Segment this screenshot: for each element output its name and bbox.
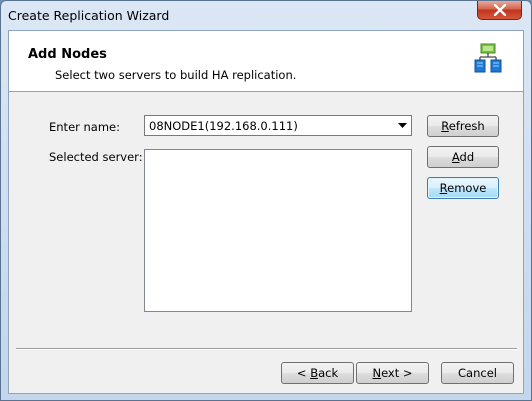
remove-button[interactable]: Remove xyxy=(427,177,499,199)
refresh-label-key: R xyxy=(441,119,449,133)
add-label-post: dd xyxy=(459,150,475,164)
selected-server-list[interactable] xyxy=(144,149,412,312)
back-label-key: B xyxy=(310,366,319,380)
page-title: Add Nodes xyxy=(28,47,107,62)
wizard-header: Add Nodes Select two servers to build HA… xyxy=(9,31,523,92)
next-label-key: N xyxy=(372,366,382,380)
next-label-post: ext > xyxy=(381,366,413,380)
enter-name-value: 08NODE1(192.168.0.111) xyxy=(149,119,298,133)
wizard-window: Create Replication Wizard Add Nodes Sele… xyxy=(0,0,532,401)
back-label-pre: < xyxy=(296,366,311,380)
window-title: Create Replication Wizard xyxy=(8,8,170,23)
next-button[interactable]: Next > xyxy=(356,362,429,384)
back-label-post: ack xyxy=(318,366,339,380)
enter-name-dropdown[interactable]: 08NODE1(192.168.0.111) xyxy=(144,115,412,136)
add-label-key: A xyxy=(451,150,460,164)
cancel-button[interactable]: Cancel xyxy=(441,362,514,384)
add-button[interactable]: Add xyxy=(427,146,499,168)
close-icon xyxy=(493,4,506,16)
close-button[interactable] xyxy=(477,1,522,20)
title-bar[interactable]: Create Replication Wizard xyxy=(1,1,531,30)
refresh-button[interactable]: Refresh xyxy=(427,115,499,137)
refresh-label-post: efresh xyxy=(448,119,485,133)
enter-name-label: Enter name: xyxy=(49,120,121,134)
selected-server-label: Selected server: xyxy=(49,150,143,164)
footer-separator xyxy=(16,348,517,350)
page-subtitle: Select two servers to build HA replicati… xyxy=(55,68,297,82)
back-button[interactable]: < Back xyxy=(281,362,354,384)
network-servers-icon xyxy=(474,43,502,73)
remove-label-post: emove xyxy=(447,181,487,195)
chevron-down-icon xyxy=(398,123,407,128)
wizard-client-area: Add Nodes Select two servers to build HA… xyxy=(8,30,524,394)
